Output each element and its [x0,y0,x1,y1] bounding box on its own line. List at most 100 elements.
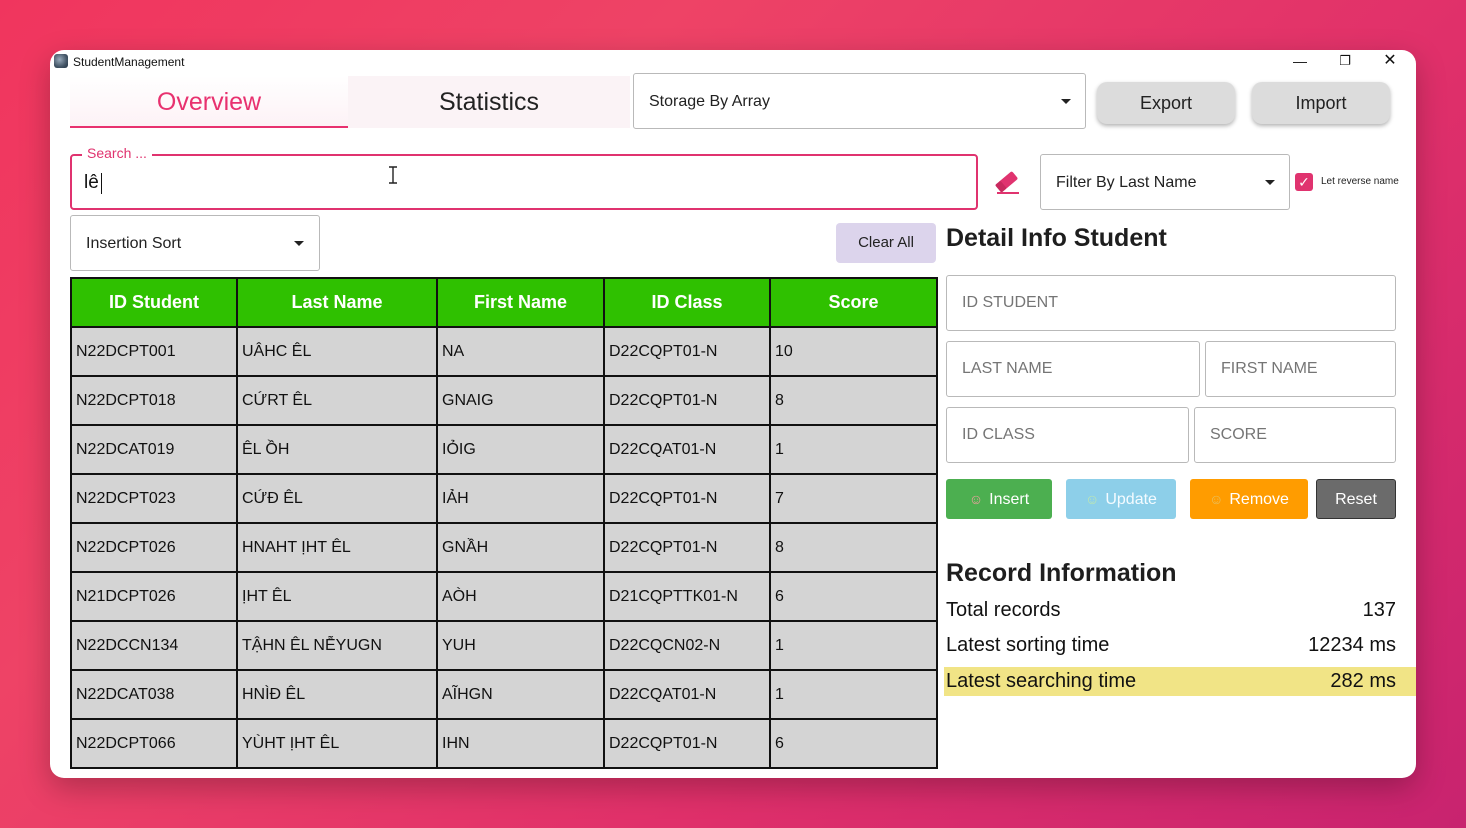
column-header-id-student[interactable]: ID Student [70,277,238,328]
table-row[interactable]: N22DCAT019 ÊL ỒH IỎIG D22CQAT01-N 1 [70,424,938,475]
sort-select-value: Insertion Sort [86,235,182,252]
cell-score: 7 [769,473,938,524]
remove-button[interactable]: ☺ Remove [1190,479,1308,519]
cell-first-name: IHN [436,718,605,769]
table-row[interactable]: N22DCPT023 CỨĐ ÊL IẢH D22CQPT01-N 7 [70,473,938,524]
close-button[interactable]: ✕ [1368,51,1412,71]
title-bar: StudentManagement — ❐ ✕ [50,50,1416,72]
column-header-last-name[interactable]: Last Name [236,277,438,328]
export-button[interactable]: Export [1097,82,1235,124]
table-row[interactable]: N22DCPT026 HNAHT ỊHT ÊL GNẦH D22CQPT01-N… [70,522,938,573]
cell-score: 6 [769,718,938,769]
first-name-field[interactable] [1205,341,1396,397]
import-button[interactable]: Import [1252,82,1390,124]
record-label: Latest sorting time [946,634,1110,656]
chevron-down-icon [294,241,304,246]
cell-score: 1 [769,669,938,720]
eraser-icon[interactable] [994,168,1022,196]
table-row[interactable]: N22DCPT001 UÂHC ÊL NA D22CQPT01-N 10 [70,326,938,377]
record-total-row: Total records 137 [946,596,1396,625]
table-header-row: ID Student Last Name First Name ID Class… [70,277,938,328]
cell-last-name: ỊHT ÊL [236,571,438,622]
score-field[interactable] [1194,407,1396,463]
app-icon [54,54,68,68]
cell-id-class: D22CQPT01-N [603,522,771,573]
cell-first-name: YUH [436,620,605,671]
cell-id-student: N21DCPT026 [70,571,238,622]
cell-score: 1 [769,620,938,671]
table-row[interactable]: N21DCPT026 ỊHT ÊL AÒH D21CQPTTK01-N 6 [70,571,938,622]
record-value: 282 ms [1330,670,1396,692]
window-title: StudentManagement [73,55,185,69]
record-searching-row: Latest searching time 282 ms [944,667,1416,696]
cell-score: 8 [769,375,938,426]
minimize-button[interactable]: — [1278,51,1322,71]
clear-all-button[interactable]: Clear All [836,223,936,263]
edit-user-icon: ☺ [1085,491,1100,507]
cell-first-name: NA [436,326,605,377]
cell-id-class: D22CQPT01-N [603,326,771,377]
update-label: Update [1105,491,1157,508]
reverse-name-checkbox[interactable]: ✓ [1295,173,1313,191]
tab-overview[interactable]: Overview [70,76,348,128]
id-student-field[interactable] [946,275,1396,331]
cell-last-name: YÙHT ỊHT ÊL [236,718,438,769]
filter-select-value: Filter By Last Name [1056,174,1197,191]
cell-last-name: HNÌĐ ÊL [236,669,438,720]
update-button[interactable]: ☺ Update [1066,479,1176,519]
table-row[interactable]: N22DCPT018 CỨRT ÊL GNAIG D22CQPT01-N 8 [70,375,938,426]
ibeam-cursor-icon [389,166,397,184]
tab-statistics[interactable]: Statistics [348,76,630,128]
cell-first-name: IẢH [436,473,605,524]
search-label: Search ... [82,145,152,161]
cell-id-student: N22DCPT023 [70,473,238,524]
cell-last-name: CỨRT ÊL [236,375,438,426]
cell-id-student: N22DCCN134 [70,620,238,671]
chevron-down-icon [1265,180,1275,185]
record-label: Total records [946,599,1061,621]
cell-first-name: AÒH [436,571,605,622]
column-header-id-class[interactable]: ID Class [603,277,771,328]
cell-score: 8 [769,522,938,573]
cell-score: 10 [769,326,938,377]
cell-id-class: D22CQPT01-N [603,718,771,769]
id-class-field[interactable] [946,407,1189,463]
cell-id-class: D21CQPTTK01-N [603,571,771,622]
column-header-first-name[interactable]: First Name [436,277,605,328]
cell-last-name: CỨĐ ÊL [236,473,438,524]
cell-id-class: D22CQPT01-N [603,375,771,426]
table-row[interactable]: N22DCCN134 TẬHN ÊL NỄYUGN YUH D22CQCN02-… [70,620,938,671]
cell-id-student: N22DCPT026 [70,522,238,573]
reverse-name-label: Let reverse name [1321,176,1399,187]
reset-button[interactable]: Reset [1316,479,1396,519]
cell-id-student: N22DCAT019 [70,424,238,475]
cell-id-class: D22CQCN02-N [603,620,771,671]
cell-id-student: N22DCPT001 [70,326,238,377]
record-value: 137 [1362,599,1396,621]
search-input[interactable] [84,170,944,196]
cell-id-student: N22DCPT018 [70,375,238,426]
student-table: ID Student Last Name First Name ID Class… [70,277,938,769]
cell-last-name: HNAHT ỊHT ÊL [236,522,438,573]
sort-select[interactable]: Insertion Sort [70,215,320,271]
cell-id-student: N22DCAT038 [70,669,238,720]
filter-select[interactable]: Filter By Last Name [1040,154,1290,210]
storage-select[interactable]: Storage By Array [633,73,1086,129]
storage-select-value: Storage By Array [649,93,770,110]
cell-id-class: D22CQPT01-N [603,473,771,524]
add-user-icon: ☺ [968,491,984,507]
cell-first-name: AĨHGN [436,669,605,720]
insert-button[interactable]: ☺ Insert [946,479,1052,519]
last-name-field[interactable] [946,341,1200,397]
record-value: 12234 ms [1308,634,1396,656]
table-row[interactable]: N22DCPT066 YÙHT ỊHT ÊL IHN D22CQPT01-N 6 [70,718,938,769]
table-row[interactable]: N22DCAT038 HNÌĐ ÊL AĨHGN D22CQAT01-N 1 [70,669,938,720]
maximize-button[interactable]: ❐ [1323,51,1367,71]
column-header-score[interactable]: Score [769,277,938,328]
remove-user-icon: ☺ [1209,491,1224,507]
chevron-down-icon [1061,99,1071,104]
cell-last-name: TẬHN ÊL NỄYUGN [236,620,438,671]
insert-label: Insert [989,491,1030,508]
search-box: Search ... [70,145,978,210]
remove-label: Remove [1229,491,1289,508]
